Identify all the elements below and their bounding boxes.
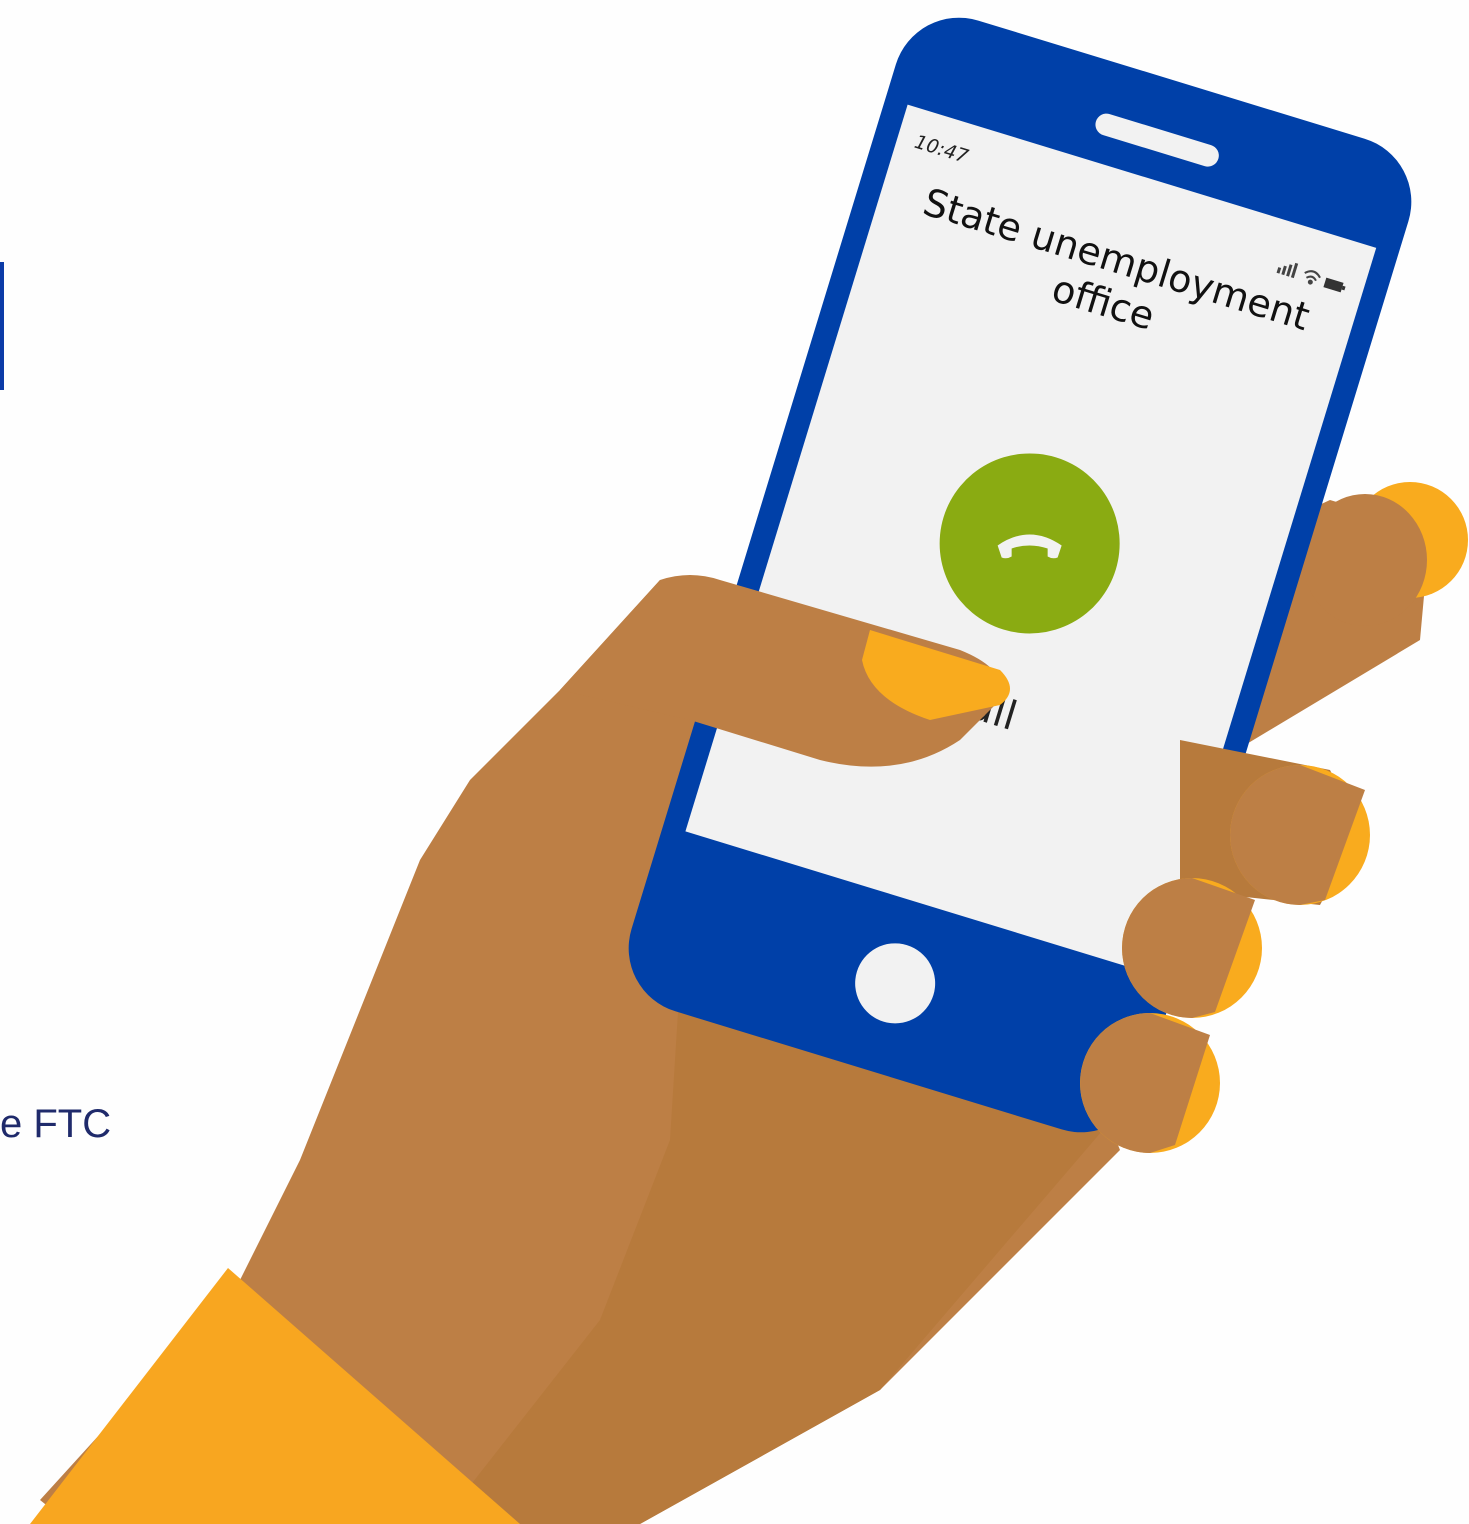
little-finger (1080, 1013, 1220, 1153)
ring-finger (1122, 878, 1262, 1018)
hand-holding-phone-illustration: 10:47 State unemployment office Call (30, 17, 1468, 1524)
